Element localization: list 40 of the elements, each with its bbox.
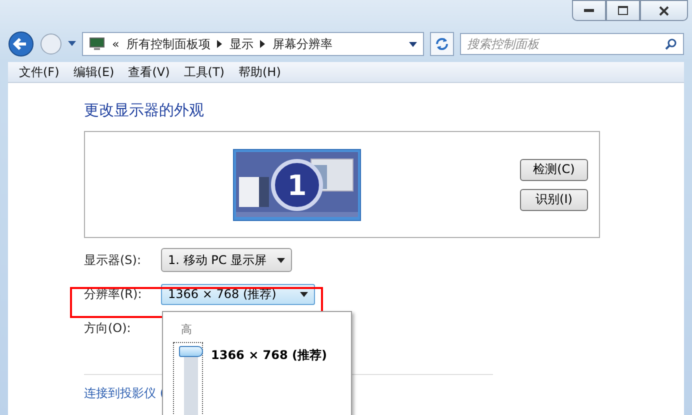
- slider-thumb[interactable]: [179, 346, 203, 357]
- action-button[interactable]: 识别(I): [520, 188, 588, 210]
- monitor-drawing[interactable]: 1: [233, 148, 361, 220]
- overflow-mark[interactable]: «: [112, 37, 120, 51]
- back-button[interactable]: [8, 31, 34, 57]
- field-label: 分辨率(R):: [84, 286, 143, 302]
- menu-item[interactable]: 帮助(H): [234, 64, 286, 80]
- address-bar[interactable]: « 所有控制面板项 显示 屏幕分辨率: [82, 32, 424, 56]
- dropdown-caret-icon[interactable]: [409, 42, 417, 46]
- dropdown[interactable]: 1366 × 768 (推荐): [161, 284, 316, 304]
- history-caret-icon[interactable]: [68, 41, 76, 47]
- refresh-button[interactable]: [430, 32, 454, 56]
- section-heading: 更改显示器的外观: [84, 101, 205, 121]
- menu-item[interactable]: 编辑(E): [68, 64, 120, 80]
- chevron-icon[interactable]: [260, 40, 266, 48]
- breadcrumb-item[interactable]: 显示: [229, 36, 254, 52]
- menu-item[interactable]: 工具(T): [178, 64, 230, 80]
- search-field[interactable]: 搜索控制面板: [460, 33, 684, 55]
- field-label: 方向(O):: [84, 320, 132, 336]
- menu-item[interactable]: 文件(F): [14, 64, 64, 80]
- refresh-icon: [435, 37, 449, 51]
- maximize-button[interactable]: [606, 0, 640, 21]
- close-icon: [659, 6, 669, 16]
- slider-top-label: 高: [181, 322, 192, 337]
- resolution-slider[interactable]: [173, 342, 203, 415]
- dropdown[interactable]: 1. 移动 PC 显示屏: [161, 248, 292, 272]
- close-button[interactable]: [640, 0, 688, 21]
- caret-icon: [276, 258, 285, 262]
- minimize-button[interactable]: [572, 0, 606, 21]
- minimize-icon: [584, 8, 594, 12]
- breadcrumb-item[interactable]: 屏幕分辨率: [272, 36, 332, 52]
- search-icon[interactable]: [665, 38, 677, 50]
- chevron-icon[interactable]: [217, 40, 222, 48]
- breadcrumb-item[interactable]: 所有控制面板项: [126, 36, 210, 52]
- caret-icon: [300, 292, 308, 296]
- field-label: 显示器(S):: [84, 252, 142, 268]
- maximize-icon: [618, 6, 628, 15]
- menu-item[interactable]: 查看(V): [123, 64, 175, 80]
- action-button[interactable]: 检测(C): [520, 158, 588, 180]
- current-resolution: 1366 × 768 (推荐): [211, 347, 328, 364]
